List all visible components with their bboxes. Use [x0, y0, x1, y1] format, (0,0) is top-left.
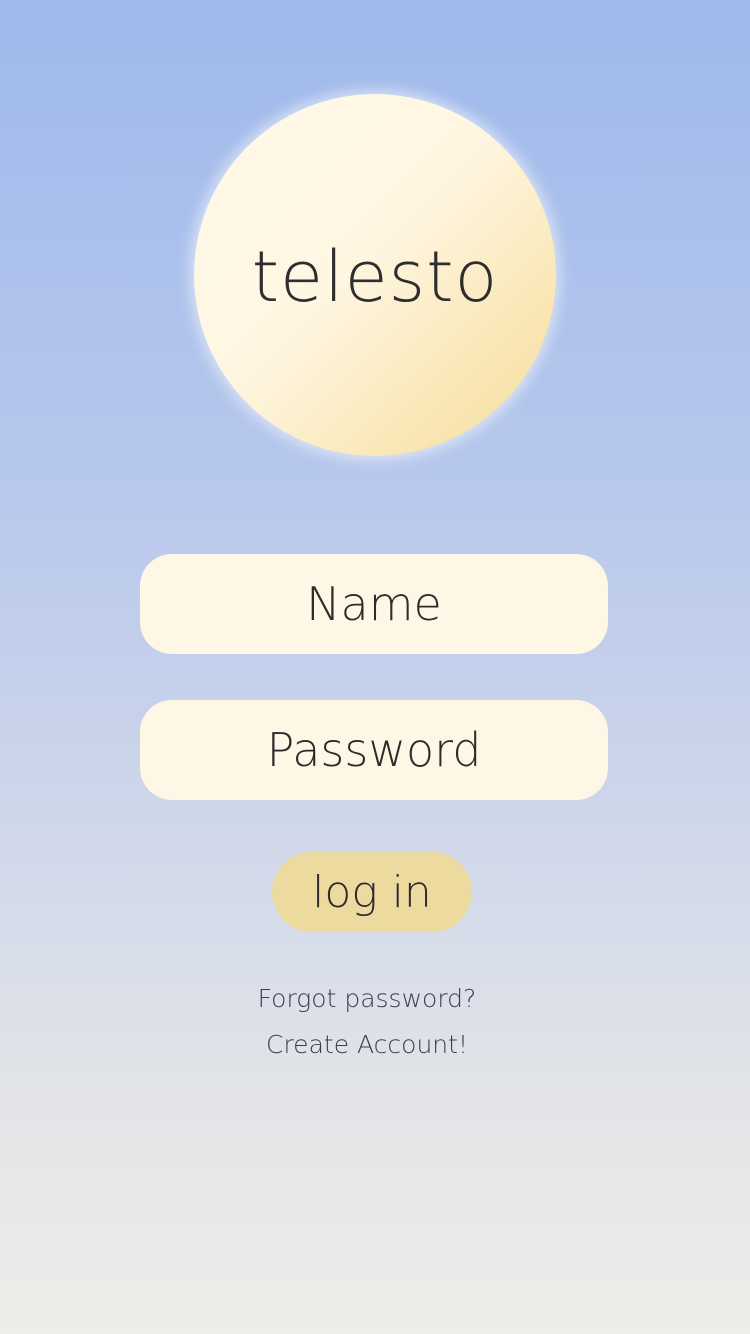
password-input[interactable]	[140, 700, 608, 800]
create-account-link[interactable]: Create Account!	[0, 1030, 734, 1059]
app-logo: telesto	[194, 94, 556, 456]
app-logo-text: telesto	[251, 236, 499, 318]
name-input[interactable]	[140, 554, 608, 654]
login-button[interactable]: log in	[272, 852, 472, 932]
forgot-password-link[interactable]: Forgot password?	[0, 984, 734, 1013]
